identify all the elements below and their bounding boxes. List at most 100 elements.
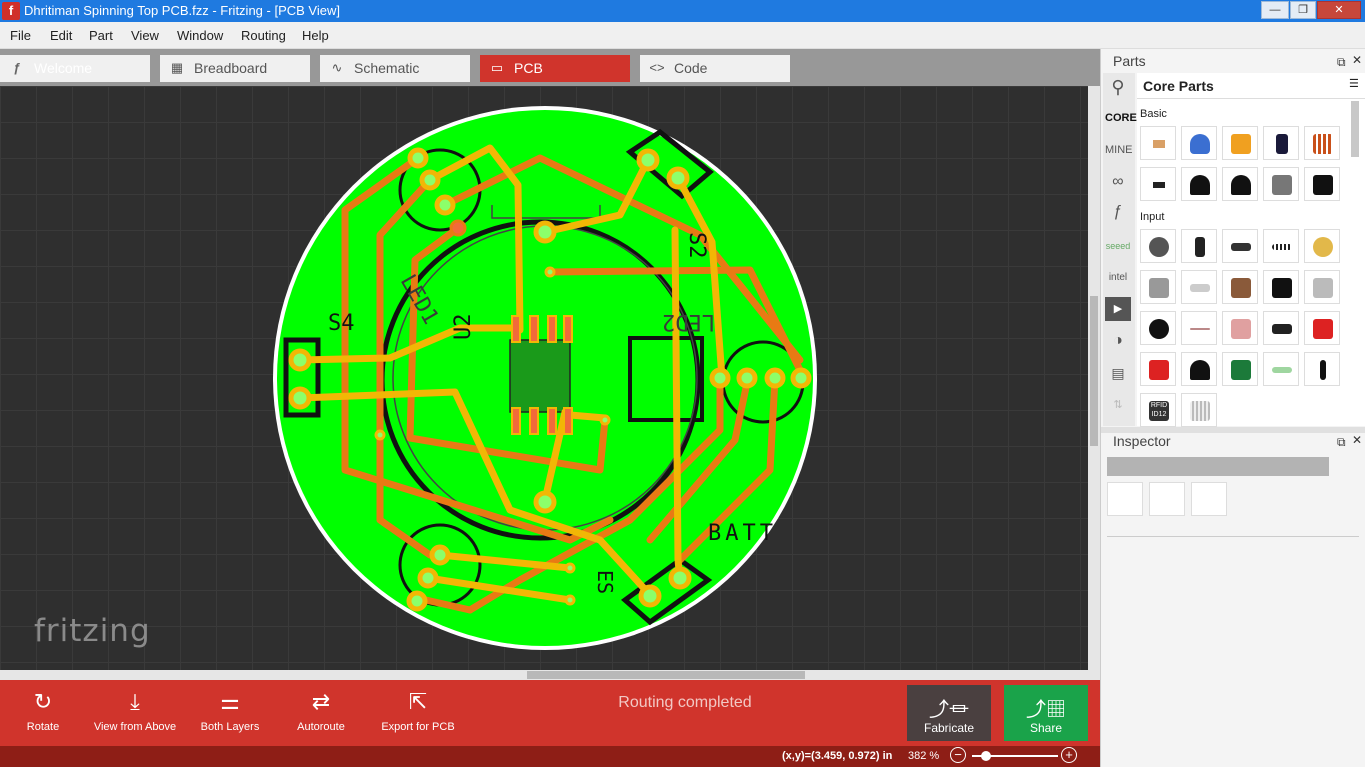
intel-bin-icon[interactable]: intel	[1105, 266, 1131, 290]
both-layers-label: Both Layers	[200, 721, 260, 733]
canvas-horizontal-scrollbar[interactable]	[0, 670, 1100, 680]
rotate-label: Rotate	[26, 721, 60, 733]
pcb-board-drawing[interactable]: S4 S2 U2 LED1 LED2 BATT ES	[0, 86, 1088, 670]
ceramic-capacitor-part[interactable]	[1181, 126, 1217, 160]
close-panel-icon[interactable]: ✕	[1352, 53, 1362, 67]
voltage-regulator-part[interactable]	[1263, 167, 1299, 201]
maximize-button[interactable]: ❐	[1290, 1, 1316, 19]
photocell-part[interactable]	[1222, 311, 1258, 345]
inspector-float-icon[interactable]: ⧉	[1337, 435, 1346, 450]
more-bins-icon[interactable]: ⇅	[1105, 393, 1131, 417]
vertical-scroll-thumb[interactable]	[1090, 296, 1098, 446]
menu-view[interactable]: View	[131, 28, 159, 43]
fritzing-bin-icon[interactable]: ƒ	[1105, 200, 1131, 224]
tilt-switch-part[interactable]	[1304, 270, 1340, 304]
bin-core[interactable]: CORE	[1105, 106, 1137, 130]
pcb-canvas[interactable]: S4 S2 U2 LED1 LED2 BATT ES fritzing	[0, 86, 1088, 670]
zoom-in-button[interactable]: +	[1061, 747, 1077, 763]
zoom-level: 382 %	[908, 750, 940, 762]
fsr-part[interactable]	[1140, 311, 1176, 345]
fabricate-button[interactable]: ⤴⏛ Fabricate	[907, 685, 991, 741]
rotary-encoder-part[interactable]	[1140, 270, 1176, 304]
tab-pcb[interactable]: ▭ PCB	[480, 55, 630, 82]
accelerometer-part[interactable]	[1140, 352, 1176, 386]
seeed-bin-icon[interactable]: seeed	[1105, 234, 1131, 258]
potentiometer-part[interactable]	[1140, 229, 1176, 263]
slide-pot-part[interactable]	[1222, 229, 1258, 263]
autoroute-button[interactable]: ⇄ Autoroute	[290, 680, 352, 746]
share-button[interactable]: ⤴▦ Share	[1004, 685, 1088, 741]
antenna-part[interactable]	[1304, 352, 1340, 386]
mystery-part[interactable]	[1304, 167, 1340, 201]
tab-schematic-label: Schematic	[354, 60, 420, 76]
rotary-pot-part[interactable]	[1181, 229, 1217, 263]
piezo-part[interactable]	[1304, 229, 1340, 263]
horizontal-scroll-thumb[interactable]	[527, 671, 805, 679]
reed-tube-part[interactable]	[1263, 352, 1299, 386]
pad-red	[449, 219, 467, 237]
menu-help[interactable]: Help	[302, 28, 329, 43]
pnp-transistor-part[interactable]	[1181, 167, 1217, 201]
fabricate-icon: ⤴⏛	[929, 699, 969, 721]
resistor-part[interactable]	[1140, 126, 1176, 160]
bin-menu-icon[interactable]: ☰	[1349, 77, 1359, 90]
electrolytic-capacitor-part[interactable]	[1263, 126, 1299, 160]
menu-edit[interactable]: Edit	[50, 28, 72, 43]
status-bar: (x,y)=(3.459, 0.972) in 382 % − +	[0, 746, 1100, 767]
tantalum-capacitor-part[interactable]	[1222, 126, 1258, 160]
sparkfun-bin-icon[interactable]: ◑	[1105, 329, 1131, 353]
bin-mine[interactable]: MINE	[1105, 138, 1133, 162]
inspector-divider	[1107, 536, 1359, 537]
zoom-out-button[interactable]: −	[950, 747, 966, 763]
pushbutton-part[interactable]	[1222, 270, 1258, 304]
bottom-toolbar: ↻ Rotate ⤓ View from Above ⚌ Both Layers…	[0, 680, 1100, 746]
rfid-part[interactable]: RFID ID12	[1140, 393, 1176, 427]
rfid-label: RFID ID12	[1149, 401, 1169, 421]
fritzing-icon: ƒ	[13, 60, 21, 75]
tab-code[interactable]: <> Code	[640, 55, 790, 82]
export-for-pcb-button[interactable]: ⇱ Export for PCB	[376, 680, 460, 746]
inductor-part[interactable]	[1304, 126, 1340, 160]
parts-scroll-thumb[interactable]	[1351, 101, 1359, 157]
arduino-bin-icon[interactable]: ∞	[1105, 170, 1131, 194]
green-sensor-board-part[interactable]	[1222, 352, 1258, 386]
wire-sensor-part[interactable]	[1181, 311, 1217, 345]
view-from-above-button[interactable]: ⤓ View from Above	[90, 680, 180, 746]
header-part[interactable]	[1263, 229, 1299, 263]
tab-breadboard[interactable]: ▦ Breadboard	[160, 55, 310, 82]
tab-schematic[interactable]: ∿ Schematic	[320, 55, 470, 82]
fritzing-logo-icon: f	[2, 2, 20, 20]
inspector-pcb-image	[1191, 482, 1227, 516]
inspector-schematic-image	[1149, 482, 1185, 516]
rotate-button[interactable]: ↻ Rotate	[14, 680, 72, 746]
close-button[interactable]: ✕	[1317, 1, 1361, 19]
temp-sensor-part[interactable]	[1181, 352, 1217, 386]
canvas-vertical-scrollbar[interactable]	[1088, 86, 1100, 670]
bin-header: Core Parts ☰	[1137, 73, 1365, 99]
bin-icon[interactable]: ▤	[1105, 361, 1131, 385]
window-title: Dhritiman Spinning Top PCB.fzz - Fritzin…	[24, 3, 340, 18]
sensor-board-part[interactable]	[1304, 311, 1340, 345]
search-icon[interactable]: ⚲	[1105, 75, 1131, 99]
float-panel-icon[interactable]: ⧉	[1337, 55, 1346, 70]
npn-transistor-part[interactable]	[1222, 167, 1258, 201]
zoom-slider-handle[interactable]	[981, 751, 991, 761]
tab-code-label: Code	[674, 60, 708, 76]
slide-switch-part[interactable]	[1263, 270, 1299, 304]
share-icon: ⤴▦	[1026, 699, 1066, 721]
inspector-close-icon[interactable]: ✕	[1352, 433, 1362, 447]
menu-file[interactable]: File	[10, 28, 31, 43]
both-layers-button[interactable]: ⚌ Both Layers	[196, 680, 264, 746]
menu-part[interactable]: Part	[89, 28, 113, 43]
ir-sensor-part[interactable]	[1263, 311, 1299, 345]
minimize-button[interactable]: —	[1261, 1, 1289, 19]
menu-window[interactable]: Window	[177, 28, 223, 43]
play-bin-icon[interactable]: ▶	[1105, 297, 1131, 321]
tab-welcome[interactable]: ƒ Welcome	[0, 55, 150, 82]
humidity-sensor-part[interactable]	[1181, 393, 1217, 427]
tab-welcome-label: Welcome	[34, 60, 93, 76]
reed-switch-part[interactable]	[1181, 270, 1217, 304]
menu-routing[interactable]: Routing	[241, 28, 286, 43]
diode-part[interactable]	[1140, 167, 1176, 201]
section-basic: Basic	[1140, 108, 1167, 120]
